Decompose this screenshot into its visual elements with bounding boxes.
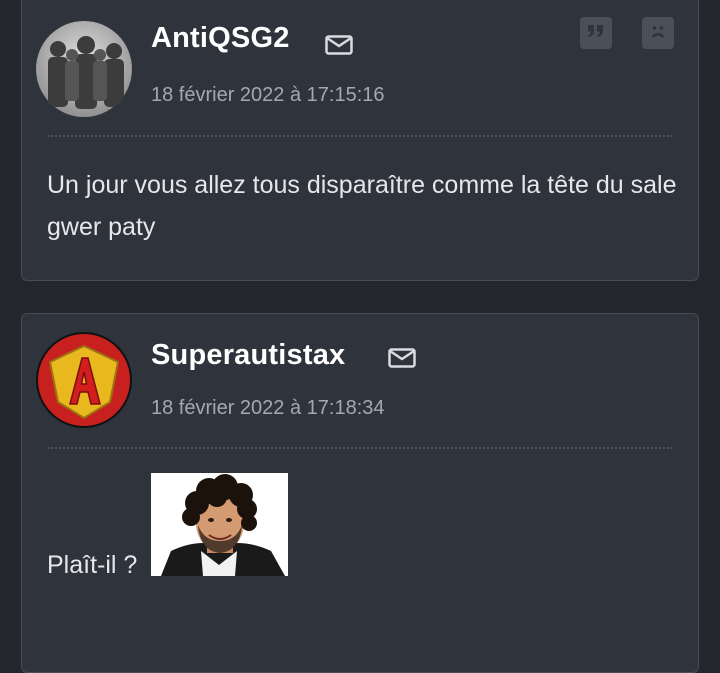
forum-post: Superautistax 18 février 2022 à 17:18:34… [21,313,699,673]
post-author[interactable]: AntiQSG2 [151,22,290,55]
post-author[interactable]: Superautistax [151,339,345,372]
divider [48,135,672,137]
report-button[interactable] [642,17,674,49]
sticker-image[interactable] [151,473,288,576]
post-message: Un jour vous allez tous disparaître comm… [47,171,677,241]
mail-icon[interactable] [325,35,353,55]
divider [48,447,672,449]
mail-icon[interactable] [388,348,416,368]
post-date: 18 février 2022 à 17:18:34 [151,397,385,419]
avatar[interactable] [36,21,132,117]
avatar[interactable] [36,332,132,428]
quote-button[interactable] [580,17,612,49]
post-date: 18 février 2022 à 17:15:16 [151,84,385,106]
sad-face-icon [648,21,668,46]
forum-post: AntiQSG2 18 février 2022 à 17:15:16 Un j… [21,0,699,281]
post-message: Plaît-il ? [47,551,138,579]
quote-icon [587,24,605,43]
